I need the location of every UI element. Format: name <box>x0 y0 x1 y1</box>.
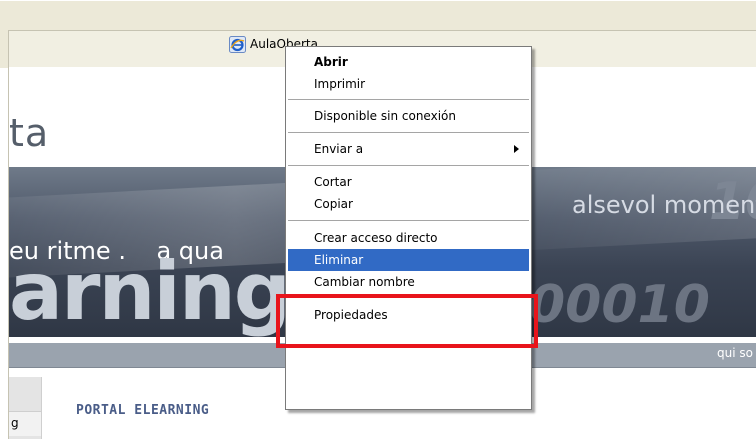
menu-item-disponible-sin-conexion[interactable]: Disponible sin conexión <box>288 105 529 127</box>
submenu-arrow-icon <box>514 145 519 153</box>
menu-separator <box>288 132 529 133</box>
binary-decoration-bottom: 00010 <box>529 275 710 335</box>
site-title: ta <box>9 111 50 155</box>
nav-link-qui-som[interactable]: qui so <box>717 346 753 360</box>
menu-item-crear-acceso-directo[interactable]: Crear acceso directo <box>288 227 529 249</box>
menu-item-cortar[interactable]: Cortar <box>288 171 529 193</box>
menu-item-enviar-a-label: Enviar a <box>314 142 364 156</box>
annotation-highlight-box <box>276 294 538 348</box>
menu-separator <box>288 99 529 100</box>
menu-item-imprimir[interactable]: Imprimir <box>288 73 529 95</box>
portal-title: PORTAL ELEARNING <box>76 403 210 418</box>
menu-item-eliminar[interactable]: Eliminar <box>288 249 529 271</box>
ie-icon <box>229 35 246 53</box>
menu-separator <box>288 165 529 166</box>
menu-item-cambiar-nombre[interactable]: Cambiar nombre <box>288 271 529 293</box>
context-menu: Abrir Imprimir Disponible sin conexión E… <box>285 46 532 410</box>
menu-item-enviar-a[interactable]: Enviar a <box>288 138 529 160</box>
menu-separator <box>288 220 529 221</box>
menu-item-copiar[interactable]: Copiar <box>288 193 529 215</box>
left-panel-item-label: g <box>11 416 19 430</box>
menu-item-abrir[interactable]: Abrir <box>288 51 529 73</box>
left-panel: g <box>9 377 42 439</box>
slogan-right: alsevol moment <box>572 191 756 219</box>
banner-learning-text: arning <box>9 245 291 337</box>
left-panel-item[interactable]: g <box>9 411 41 436</box>
